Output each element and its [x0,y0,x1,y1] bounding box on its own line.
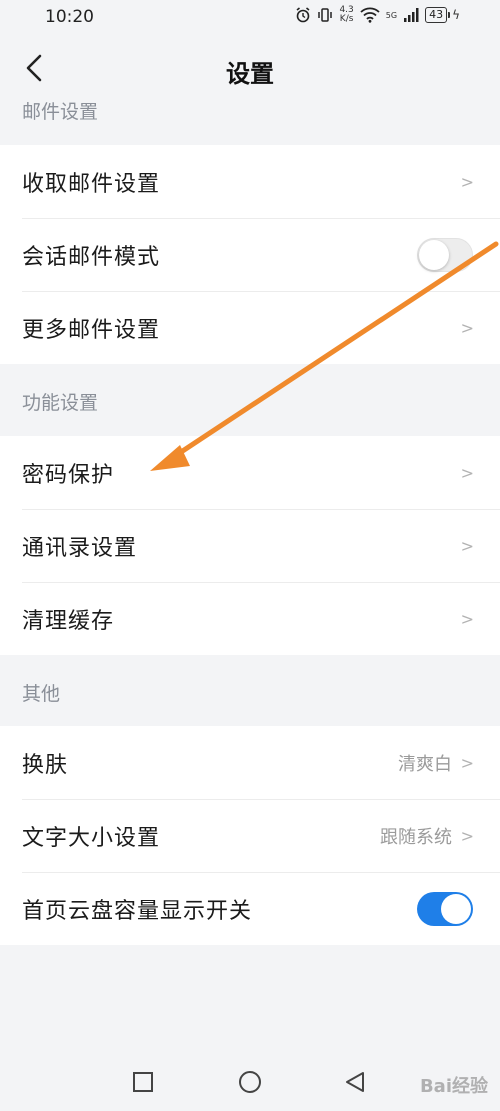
alarm-icon [296,7,310,23]
row-label: 通讯录设置 [22,535,138,561]
row-label: 收取邮件设置 [22,171,161,197]
net-speed: 4.3 K/s [339,5,354,24]
skin-value: 清爽白 [398,753,452,775]
chevron-right-icon: > [460,172,474,191]
page-title: 设置 [226,60,274,88]
more-mail-settings-row[interactable]: 更多邮件设置 > [0,291,500,364]
recents-button[interactable] [129,1068,157,1096]
triangle-back-icon [346,1072,364,1092]
charging-icon: ϟ [452,8,460,22]
font-size-row[interactable]: 文字大小设置 跟随系统 > [0,799,500,872]
other-settings-group: 换肤 清爽白 > 文字大小设置 跟随系统 > 首页云盘容量显示开关 [0,726,500,945]
chevron-right-icon: > [460,826,474,845]
conversation-mode-toggle[interactable] [417,237,473,272]
conversation-mail-mode-row: 会话邮件模式 [0,218,500,291]
clear-cache-row[interactable]: 清理缓存 > [0,582,500,655]
row-label: 会话邮件模式 [22,244,161,270]
feature-settings-group: 密码保护 > 通讯录设置 > 清理缓存 > [0,436,500,655]
battery-indicator: 43 ϟ [425,7,460,23]
row-label: 密码保护 [22,462,115,488]
back-nav-button[interactable] [341,1068,369,1096]
chevron-right-icon: > [460,609,474,628]
password-protection-row[interactable]: 密码保护 > [0,436,500,509]
chevron-right-icon: > [460,753,474,772]
font-size-value: 跟随系统 [380,826,452,848]
status-bar: 10:20 4.3 K/s 5G 43 ϟ [0,0,500,36]
chevron-right-icon: > [460,536,474,555]
status-time: 10:20 [45,7,94,27]
wifi-icon [360,7,380,23]
circle-icon [239,1071,261,1093]
square-icon [133,1072,153,1092]
vibrate-icon [318,8,333,22]
cloud-capacity-toggle[interactable] [417,891,473,926]
mail-settings-group: 收取邮件设置 > 会话邮件模式 更多邮件设置 > [0,145,500,364]
app-header: 设置 [0,40,500,96]
row-label: 更多邮件设置 [22,317,161,343]
watermark: Bai经验 [419,1076,488,1097]
chevron-right-icon: > [460,318,474,337]
receive-mail-settings-row[interactable]: 收取邮件设置 > [0,145,500,218]
section-header-mail: 邮件设置 [22,101,99,123]
row-label: 文字大小设置 [22,825,161,851]
chevron-right-icon: > [460,463,474,482]
section-header-other: 其他 [22,683,61,705]
row-label: 清理缓存 [22,608,115,634]
network-type-label: 5G [385,10,398,20]
signal-icon [404,8,419,22]
status-icons: 4.3 K/s 5G 43 ϟ [295,6,460,24]
section-header-features: 功能设置 [22,392,99,414]
skin-row[interactable]: 换肤 清爽白 > [0,726,500,799]
contacts-settings-row[interactable]: 通讯录设置 > [0,509,500,582]
row-label: 换肤 [22,752,69,778]
row-label: 首页云盘容量显示开关 [22,898,253,924]
cloud-capacity-row: 首页云盘容量显示开关 [0,872,500,945]
home-button[interactable] [236,1068,264,1096]
